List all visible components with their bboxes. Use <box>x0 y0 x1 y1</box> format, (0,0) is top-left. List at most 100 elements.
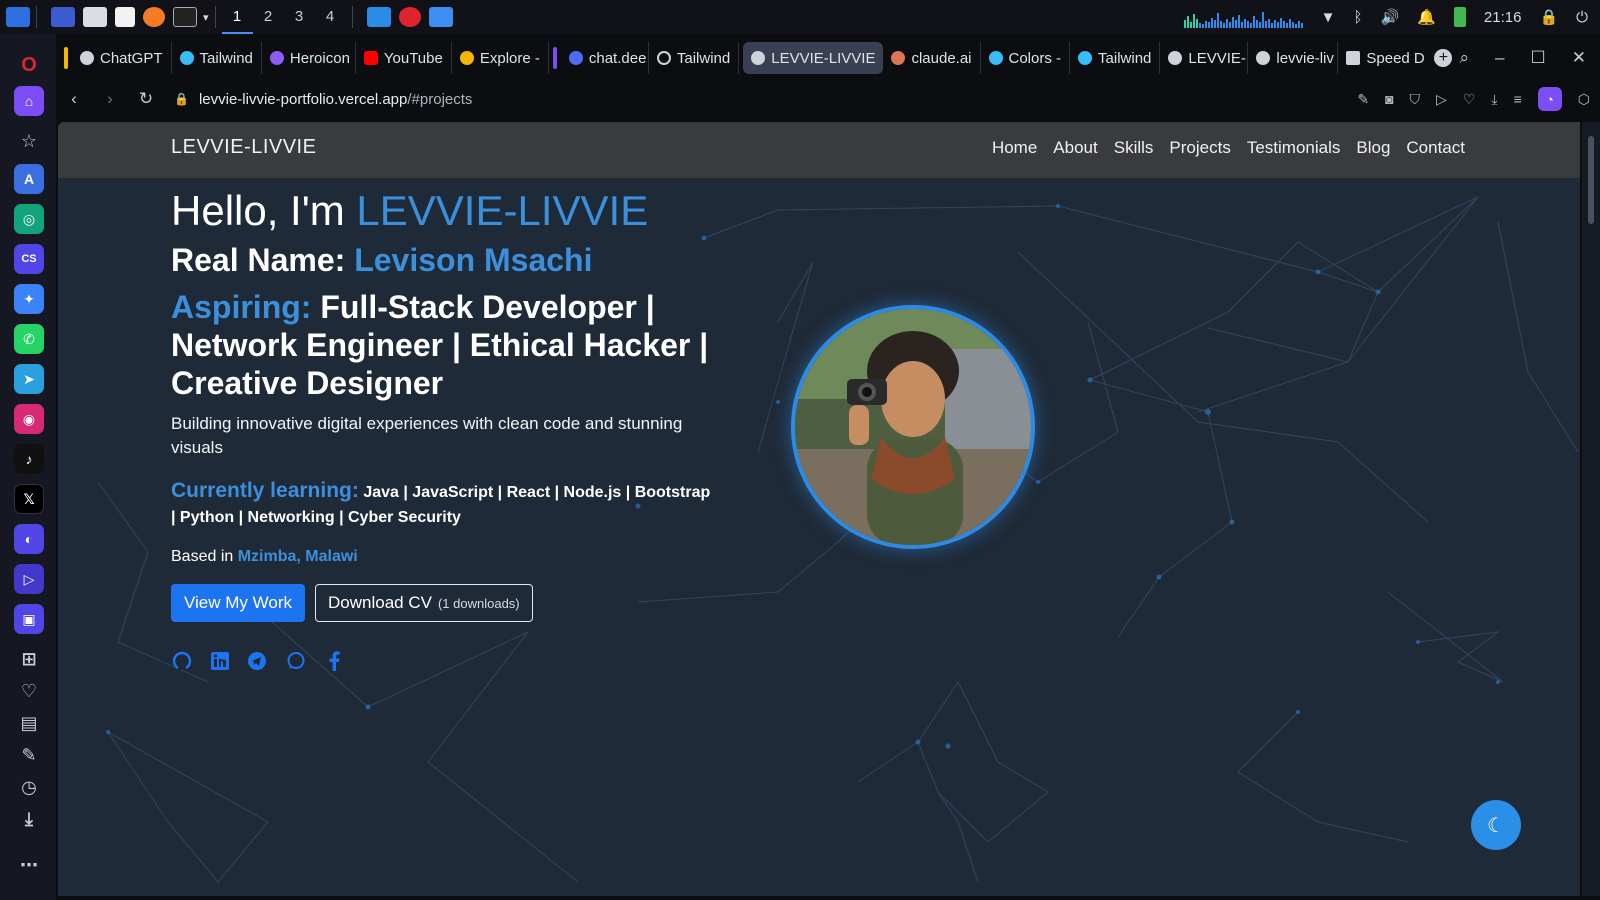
text-editor-icon[interactable] <box>115 7 135 27</box>
cs-app-icon[interactable]: CS <box>14 244 44 274</box>
download-cv-button[interactable]: Download CV (1 downloads) <box>315 584 533 622</box>
workspace-4[interactable]: 4 <box>315 0 346 34</box>
telegram-icon[interactable]: ➤ <box>14 364 44 394</box>
tab-levvie-livvie-active[interactable]: LEVVIE-LIVVIE <box>743 42 884 74</box>
power-icon[interactable]: ⏻ <box>1576 9 1588 26</box>
wallet-icon[interactable]: ▣ <box>14 604 44 634</box>
tab-claude[interactable]: claude.ai <box>883 42 981 74</box>
bookmarks-icon[interactable]: ☆ <box>14 126 44 156</box>
wifi-icon[interactable]: ▼ <box>1321 9 1336 26</box>
tab-tailwind[interactable]: Tailwind <box>172 42 262 74</box>
instagram-icon[interactable]: ◉ <box>14 404 44 434</box>
chatgpt-icon[interactable]: ◎ <box>14 204 44 234</box>
easy-setup-icon[interactable]: ≡ <box>1514 91 1522 107</box>
apps-grid-icon[interactable]: ⊞ <box>14 644 44 674</box>
heart-icon[interactable]: ♡ <box>14 676 44 706</box>
nav-projects[interactable]: Projects <box>1169 138 1230 158</box>
tab-label: Colors - <box>1008 49 1062 67</box>
clock[interactable]: 21:16 <box>1484 9 1522 26</box>
close-icon[interactable]: ✕ <box>1572 48 1586 68</box>
youtube-favicon-icon <box>363 51 378 65</box>
edit-page-icon[interactable]: ✎ <box>1357 91 1369 108</box>
reload-icon[interactable]: ↻ <box>128 89 164 109</box>
desktop-icon[interactable] <box>51 7 75 27</box>
tab-levvie-2[interactable]: LEVVIE-L <box>1160 42 1249 74</box>
x-icon[interactable]: 𝕏 <box>14 484 44 514</box>
nav-skills[interactable]: Skills <box>1114 138 1154 158</box>
view-work-button[interactable]: View My Work <box>171 584 306 622</box>
flow-icon[interactable]: ▷ <box>14 564 44 594</box>
nav-blog[interactable]: Blog <box>1356 138 1390 158</box>
opera-logo-icon[interactable]: O <box>14 50 44 80</box>
page-scrollbar[interactable] <box>1582 122 1600 896</box>
maximize-icon[interactable]: ☐ <box>1531 48 1546 68</box>
firefox-icon[interactable] <box>143 7 165 27</box>
whatsapp-icon[interactable] <box>285 650 307 672</box>
linkedin-icon[interactable] <box>209 650 231 672</box>
heart-icon[interactable]: ♡ <box>1463 91 1476 108</box>
tab-chatgpt[interactable]: ChatGPT <box>72 42 172 74</box>
messenger-icon[interactable]: ✦ <box>14 284 44 314</box>
tab-explore[interactable]: Explore - <box>452 42 549 74</box>
chevron-down-icon[interactable]: ▾ <box>203 11 209 24</box>
github-icon[interactable] <box>171 650 193 672</box>
tab-tailwind-search[interactable]: Tailwind <box>649 42 740 74</box>
camera-icon[interactable]: ◙ <box>1385 91 1393 107</box>
tab-label: Heroicon <box>289 49 350 67</box>
player-icon[interactable]: ◐ <box>14 524 44 554</box>
forward-icon[interactable]: › <box>92 89 128 109</box>
theme-toggle-button[interactable]: ☾ <box>1471 800 1521 850</box>
greeting: Hello, I'm <box>171 187 345 234</box>
tab-search-icon[interactable]: ⌕ <box>1460 48 1470 68</box>
aria-icon[interactable]: A <box>14 164 44 194</box>
profile-icon[interactable]: ◔ <box>1537 87 1562 111</box>
file-manager-icon[interactable] <box>83 7 107 27</box>
tab-deepseek[interactable]: chat.dee <box>561 42 649 74</box>
downloads-icon[interactable]: ⤓ <box>14 804 44 834</box>
nav-home[interactable]: Home <box>992 138 1037 158</box>
workspace-3[interactable]: 3 <box>284 0 315 34</box>
tab-speed-dial[interactable]: Speed D <box>1338 42 1430 74</box>
terminal-icon[interactable] <box>173 7 197 27</box>
telegram-icon[interactable] <box>247 650 269 672</box>
hero-actions: View My Work Download CV (1 downloads) <box>171 584 711 622</box>
back-icon[interactable]: ‹ <box>56 89 92 109</box>
launcher-icon[interactable] <box>6 7 30 27</box>
volume-icon[interactable]: 🔊 <box>1381 8 1400 26</box>
site-brand[interactable]: LEVVIE-LIVVIE <box>171 136 316 159</box>
tab-colors[interactable]: Colors - <box>981 42 1071 74</box>
tab-label: ChatGPT <box>100 49 163 67</box>
nav-about[interactable]: About <box>1053 138 1097 158</box>
pin-board-icon[interactable]: ✎ <box>14 740 44 770</box>
whatsapp-icon[interactable]: ✆ <box>14 324 44 354</box>
bluetooth-icon[interactable]: ᛒ <box>1354 9 1363 26</box>
facebook-icon[interactable] <box>323 650 345 672</box>
scrollbar-thumb[interactable] <box>1588 136 1594 224</box>
folder-icon[interactable] <box>428 7 453 27</box>
bell-icon[interactable]: 🔔 <box>1417 8 1436 26</box>
extensions-icon[interactable]: ⬡ <box>1578 91 1590 108</box>
tab-heroicons[interactable]: Heroicon <box>262 42 356 74</box>
url-field[interactable]: 🔒 levvie-livvie-portfolio.vercel.app/#pr… <box>174 91 472 108</box>
history-icon[interactable]: ◷ <box>14 772 44 802</box>
download-icon[interactable]: ⤓ <box>1491 91 1497 108</box>
workspace-1[interactable]: 1 <box>221 0 253 34</box>
minimize-icon[interactable]: – <box>1495 48 1504 68</box>
vscode-icon[interactable] <box>366 7 391 27</box>
tab-tailwind-2[interactable]: Tailwind <box>1070 42 1161 74</box>
send-icon[interactable]: ▷ <box>1436 91 1447 108</box>
news-icon[interactable]: ▤ <box>14 708 44 738</box>
tab-youtube[interactable]: YouTube <box>356 42 452 74</box>
nav-contact[interactable]: Contact <box>1406 138 1465 158</box>
tiktok-icon[interactable]: ♪ <box>14 444 44 474</box>
opera-icon[interactable] <box>398 7 421 27</box>
tab-github[interactable]: levvie-liv <box>1248 42 1339 74</box>
workspace-2[interactable]: 2 <box>253 0 284 34</box>
shield-icon[interactable]: ⛉ <box>1410 91 1421 108</box>
more-icon[interactable]: ⋯ <box>14 850 44 880</box>
lock-icon[interactable]: 🔒 <box>1539 8 1558 26</box>
new-tab-icon[interactable]: + <box>1434 49 1453 67</box>
nav-testimonials[interactable]: Testimonials <box>1247 138 1341 158</box>
home-icon[interactable]: ⌂ <box>14 86 44 116</box>
battery-icon[interactable] <box>1453 7 1466 27</box>
